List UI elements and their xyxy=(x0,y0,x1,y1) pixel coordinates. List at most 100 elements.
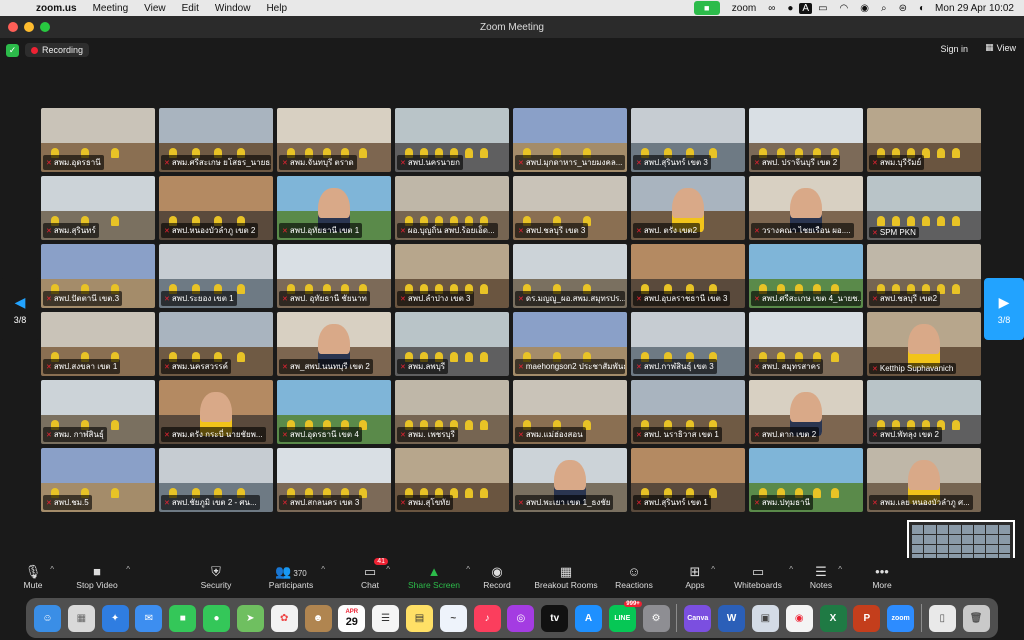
freeform-icon[interactable]: ~ xyxy=(439,604,467,632)
video-tile[interactable]: ✕ สพ_สพป.นนทบุรี เขต 2 xyxy=(277,312,391,376)
podcasts-icon[interactable]: ◎ xyxy=(507,604,535,632)
minimize-window-button[interactable] xyxy=(24,22,34,32)
record-button[interactable]: ◉ Record xyxy=(481,558,513,596)
reminders-icon[interactable]: ☰ xyxy=(372,604,400,632)
share-screen-button[interactable]: ▲ Share Screen ^ xyxy=(406,558,470,596)
input-source[interactable]: A xyxy=(799,2,813,14)
chevron-up-icon[interactable]: ^ xyxy=(386,565,390,574)
video-tile[interactable]: ✕ สพป. สมุทรสาคร xyxy=(749,312,863,376)
menu-window[interactable]: Window xyxy=(207,3,259,14)
control-center-icon[interactable]: ⊜ xyxy=(893,3,913,14)
close-window-button[interactable] xyxy=(8,22,18,32)
calendar-icon[interactable]: APR 29 xyxy=(338,604,366,632)
video-tile[interactable]: ✕ สพม.บุรีรัมย์ xyxy=(867,108,981,172)
video-tile[interactable]: ✕ สพป.อุดรธานี เขต 4 xyxy=(277,380,391,444)
mute-button[interactable]: 🎙 Mute ^ xyxy=(20,558,54,596)
safari-icon[interactable]: ✦ xyxy=(101,604,129,632)
whiteboards-button[interactable]: ▭ Whiteboards ^ xyxy=(731,558,793,596)
video-tile[interactable]: ✕ สพป.ศรีสะเกษ เขต 4_นายช... xyxy=(749,244,863,308)
maps-icon[interactable]: ➤ xyxy=(236,604,264,632)
chevron-up-icon[interactable]: ^ xyxy=(126,565,130,574)
video-tile[interactable]: ✕ สพม.สุรินทร์ xyxy=(41,176,155,240)
finder-icon[interactable]: ☺ xyxy=(34,604,61,632)
video-tile[interactable]: ✕ สพป.กาฬสินธุ์ เขต 3 xyxy=(631,312,745,376)
trash-icon[interactable]: 🗑 xyxy=(962,604,990,632)
notes-button[interactable]: ☰ Notes ^ xyxy=(808,558,842,596)
video-tile[interactable]: ✕ สพป.ชัยภูมิ เขต 2 - ศน... xyxy=(159,448,273,512)
breakout-rooms-button[interactable]: ▦ Breakout Rooms xyxy=(533,558,599,596)
reactions-button[interactable]: ☺ Reactions xyxy=(613,558,655,596)
video-tile[interactable]: ✕ SPM PKN xyxy=(867,176,981,240)
facetime-icon[interactable]: ■ xyxy=(169,604,197,632)
powerpoint-icon[interactable]: P xyxy=(853,604,881,632)
user-icon[interactable]: ◉ xyxy=(854,3,875,14)
chrome-icon[interactable]: ◉ xyxy=(785,604,813,632)
more-button[interactable]: ••• More xyxy=(870,558,894,596)
chat-button[interactable]: ▭ 41 Chat ^ xyxy=(358,558,390,596)
video-tile[interactable]: ✕ maehongson2 ประชาสัมพันธ์ xyxy=(513,312,627,376)
video-tile[interactable]: ✕ สพป.ลำปาง เขต 3 xyxy=(395,244,509,308)
video-tile[interactable]: ✕ สพป.อุบลราชธานี เขต 3 xyxy=(631,244,745,308)
video-tile[interactable]: ✕ สพป. ปราจีนบุรี เขต 2 xyxy=(749,108,863,172)
photos-icon[interactable]: ✿ xyxy=(270,604,298,632)
video-tile[interactable]: ✕ Ketthip Suphavanich xyxy=(867,312,981,376)
security-button[interactable]: ⛨ Security xyxy=(196,558,236,596)
contacts-icon[interactable]: ☻ xyxy=(304,604,332,632)
word-icon[interactable]: W xyxy=(718,604,746,632)
recording-indicator[interactable]: Recording xyxy=(25,43,90,57)
video-tile[interactable]: ✕ สพป.อุทัยธานี เขต 1 xyxy=(277,176,391,240)
video-tile[interactable]: ✕ สพม.จันทบุรี ตราด xyxy=(277,108,391,172)
app-store-icon[interactable]: A xyxy=(575,604,602,632)
document-icon[interactable]: ▯ xyxy=(928,604,956,632)
messages-icon[interactable]: ● xyxy=(203,604,231,632)
video-tile[interactable]: ✕ สพม.เลย หนองบัวลำภู ศ... xyxy=(867,448,981,512)
apple-tv-icon[interactable]: tv xyxy=(541,604,569,632)
menu-meeting[interactable]: Meeting xyxy=(85,3,137,14)
wifi-icon[interactable]: ◠ xyxy=(834,3,855,14)
mail-icon[interactable]: ✉ xyxy=(135,604,163,632)
video-tile[interactable]: ✕ สพป.สุรินทร์ เขต 1 xyxy=(631,448,745,512)
launchpad-icon[interactable]: ▦ xyxy=(67,604,95,632)
chevron-up-icon[interactable]: ^ xyxy=(838,565,842,574)
video-tile[interactable]: ✕ สพป. ตรัง เขต2 xyxy=(631,176,745,240)
excel-icon[interactable]: X xyxy=(819,604,847,632)
video-tile[interactable]: ✕ สพป.มุกดาหาร_นายมงคล... xyxy=(513,108,627,172)
menu-help[interactable]: Help xyxy=(258,3,295,14)
creative-cloud-icon[interactable]: ∞ xyxy=(762,3,781,14)
line-app-icon[interactable]: LINE 999+ xyxy=(608,600,642,632)
zoom-camera-indicator-icon[interactable]: ■ xyxy=(693,1,720,15)
menu-edit[interactable]: Edit xyxy=(174,3,207,14)
video-tile[interactable]: ✕ สพป.ชลบุรี เขต 3 xyxy=(513,176,627,240)
chevron-up-icon[interactable]: ^ xyxy=(466,565,470,574)
video-tile[interactable]: ✕ สพม.นครสวรรค์ xyxy=(159,312,273,376)
chevron-up-icon[interactable]: ^ xyxy=(321,565,325,574)
siri-icon[interactable]: ◐ xyxy=(913,3,931,14)
video-tile[interactable]: ✕ สพม.ตรัง กระบี่ นายชัยพ... xyxy=(159,380,273,444)
system-settings-icon[interactable]: ⚙ xyxy=(642,604,670,632)
video-tile[interactable]: ✕ สพป.สุรินทร์ เขต 3 xyxy=(631,108,745,172)
video-tile[interactable]: ✕ ดร.มญญู_ผอ.สพม.สมุทรปร... xyxy=(513,244,627,308)
video-tile[interactable]: ✕ สพป.สงขลา เขต 1 xyxy=(41,312,155,376)
video-tile[interactable]: ✕ สพป. อุทัยธานี ชัยนาท xyxy=(277,244,391,308)
battery-icon[interactable]: ▭ xyxy=(812,3,833,14)
video-tile[interactable]: ✕ สพม.ศรีสะเกษ ยโสธร_นายธ... xyxy=(159,108,273,172)
preview-icon[interactable]: ▣ xyxy=(751,604,779,632)
video-tile[interactable]: ✕ ผอ.บุญถิ่น สพป.ร้อยเอ็ด... xyxy=(395,176,509,240)
video-tile[interactable]: ✕ สพป. นราธิวาส เขต 1 xyxy=(631,380,745,444)
line-tray-icon[interactable]: ● xyxy=(781,3,799,14)
chevron-up-icon[interactable]: ^ xyxy=(711,565,715,574)
previous-page-button[interactable]: ◀ 3/8 xyxy=(0,278,40,340)
menu-view[interactable]: View xyxy=(136,3,174,14)
video-tile[interactable]: ✕ วรางคณา ไชยเรือน ผอ.... xyxy=(749,176,863,240)
canva-icon[interactable]: Canva xyxy=(684,604,712,632)
video-tile[interactable]: ✕ สพม. เพชรบุรี xyxy=(395,380,509,444)
shield-icon[interactable]: ✓ xyxy=(6,43,19,57)
next-page-button[interactable]: ▶ 3/8 xyxy=(984,278,1024,340)
zoom-app-icon[interactable]: zoom xyxy=(887,604,915,632)
video-tile[interactable]: ✕ สพม.สุโขทัย xyxy=(395,448,509,512)
video-tile[interactable]: ✕ สพม. กาฬสินธุ์ xyxy=(41,380,155,444)
video-tile[interactable]: ✕ สพม.ปทุมธานี xyxy=(749,448,863,512)
video-tile[interactable]: ✕ สพป.นครนายก xyxy=(395,108,509,172)
video-tile[interactable]: ✕ สพป.พัทลุง เขต 2 xyxy=(867,380,981,444)
video-tile[interactable]: ✕ สพป.ปัตตานี เขต.3 xyxy=(41,244,155,308)
